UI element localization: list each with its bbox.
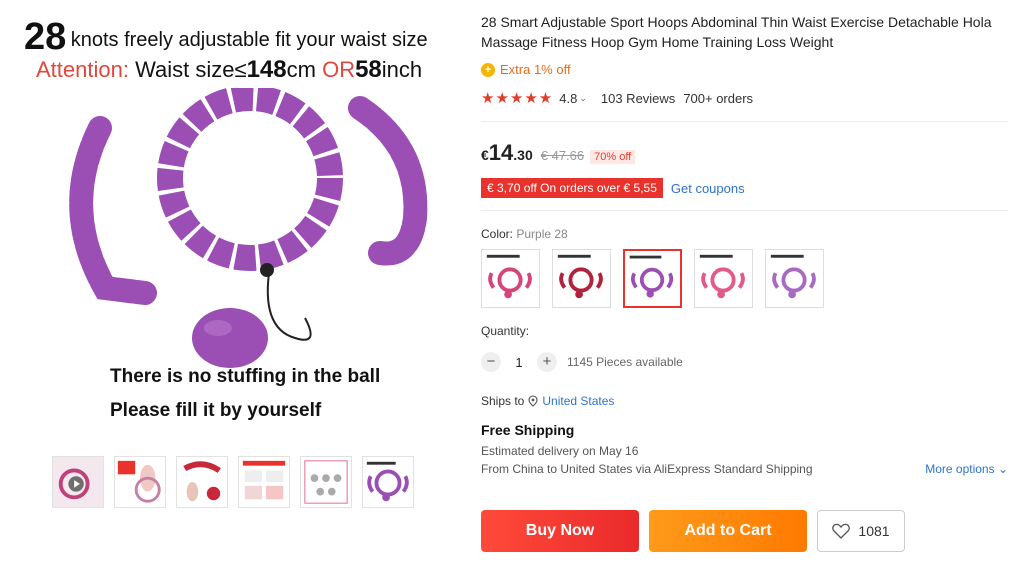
quantity-value[interactable]: 1 <box>511 355 527 370</box>
price-row: €14.30 € 47.66 70% off <box>481 140 1008 166</box>
color-label: Color: <box>481 227 514 241</box>
coin-icon: + <box>481 62 495 77</box>
thumbnail-instructions[interactable] <box>238 456 290 508</box>
thumbnail-red-hoop[interactable] <box>176 456 228 508</box>
ships-to-label: Ships to <box>481 394 525 408</box>
get-coupons-link[interactable]: Get coupons <box>671 181 745 196</box>
color-value: Purple 28 <box>516 227 568 241</box>
color-swatch-red-28[interactable] <box>552 249 611 308</box>
extra-discount[interactable]: + Extra 1% off <box>481 62 1008 77</box>
wishlist-button[interactable]: 1081 <box>817 510 905 552</box>
hoop-main-ring <box>157 88 343 271</box>
divider <box>481 210 1008 211</box>
chevron-down-icon: ⌄ <box>997 462 1008 476</box>
attention-or: OR <box>322 57 356 82</box>
attention-line: Attention: Waist size≤148cm OR58inch <box>36 56 422 84</box>
headline-number: 28 <box>24 16 67 58</box>
attention-inch-value: 58 <box>355 56 382 83</box>
hoop-connector <box>260 263 274 277</box>
attention-label: Attention: <box>36 57 129 82</box>
action-buttons: Buy Now Add to Cart 1081 <box>481 510 905 552</box>
thumbnail-strip <box>52 456 414 508</box>
heart-icon <box>832 523 851 539</box>
thumbnail-30-days[interactable] <box>114 456 166 508</box>
attention-cm-unit: cm <box>286 57 316 82</box>
current-price: €14.30 <box>481 140 533 166</box>
color-swatches <box>481 249 1008 308</box>
location-pin-icon <box>528 395 538 407</box>
extra-discount-label: Extra 1% off <box>500 62 571 77</box>
original-price: € 47.66 <box>540 148 585 163</box>
rating-value[interactable]: 4.8 <box>559 91 577 106</box>
hoop-rope <box>266 265 312 341</box>
weight-ball <box>192 308 268 368</box>
divider <box>481 121 1008 122</box>
estimated-delivery: Estimated delivery on May 16 <box>481 444 639 458</box>
price-decimal: .30 <box>513 147 533 163</box>
more-options-label: More options <box>925 462 995 476</box>
add-to-cart-button[interactable]: Add to Cart <box>649 510 807 552</box>
thumbnail-main[interactable] <box>362 456 414 508</box>
pieces-available: 1145 Pieces available <box>567 355 683 369</box>
hoop-right-segment <box>348 96 428 266</box>
coupon-badge[interactable]: € 3,70 off On orders over € 5,55 <box>481 178 663 198</box>
image-headline: 28 knots freely adjustable fit your wais… <box>24 16 428 59</box>
thumbnail-package[interactable] <box>300 456 352 508</box>
image-caption-1: There is no stuffing in the ball <box>110 366 381 387</box>
color-swatch-pink-24[interactable] <box>694 249 753 308</box>
shipping-route: From China to United States via AliExpre… <box>481 462 813 476</box>
more-options-link[interactable]: More options ⌄ <box>925 462 1008 476</box>
ships-to-country[interactable]: United States <box>542 394 614 408</box>
hoop-illustration <box>69 88 428 368</box>
free-shipping-label: Free Shipping <box>481 422 575 438</box>
shipping-route-row: From China to United States via AliExpre… <box>481 462 1008 476</box>
quantity-decrease-button[interactable]: − <box>481 352 501 372</box>
main-product-image: 28 knots freely adjustable fit your wais… <box>20 8 440 438</box>
attention-inch-unit: inch <box>381 57 423 82</box>
quantity-label: Quantity: <box>481 324 530 338</box>
ships-to-row: Ships to United States <box>481 394 1008 408</box>
attention-text: Waist size≤ <box>135 57 247 82</box>
color-swatch-purple-24[interactable] <box>765 249 824 308</box>
orders-count: 700+ orders <box>683 90 754 106</box>
discount-badge: 70% off <box>590 150 636 164</box>
reviews-link[interactable]: 103 Reviews <box>601 91 675 106</box>
coupon-row: € 3,70 off On orders over € 5,55 Get cou… <box>481 178 1008 198</box>
buy-now-button[interactable]: Buy Now <box>481 510 639 552</box>
hoop-left-segment <box>69 116 157 305</box>
product-info: 28 Smart Adjustable Sport Hoops Abdomina… <box>481 12 1008 476</box>
color-swatch-pink-28[interactable] <box>481 249 540 308</box>
attention-cm-value: 148 <box>246 56 287 83</box>
product-title: 28 Smart Adjustable Sport Hoops Abdomina… <box>481 14 992 50</box>
quantity-increase-button[interactable]: + <box>537 352 557 372</box>
price-integer: 14 <box>488 140 514 165</box>
rating-row: ★★★★★ 4.8 ⌄ 103 Reviews 700+ orders <box>481 89 1008 107</box>
wishlist-count: 1081 <box>858 523 890 539</box>
price-currency: € <box>481 147 489 163</box>
color-label-row: Color: Purple 28 <box>481 227 1008 241</box>
star-rating-icon: ★★★★★ <box>481 90 554 107</box>
headline-text: knots freely adjustable fit your waist s… <box>70 29 428 51</box>
quantity-stepper: − 1 + 1145 Pieces available <box>481 352 1008 372</box>
thumbnail-video[interactable] <box>52 456 104 508</box>
image-caption-2: Please fill it by yourself <box>110 400 322 421</box>
chevron-down-icon[interactable]: ⌄ <box>579 93 587 104</box>
color-swatch-purple-28[interactable] <box>623 249 682 308</box>
